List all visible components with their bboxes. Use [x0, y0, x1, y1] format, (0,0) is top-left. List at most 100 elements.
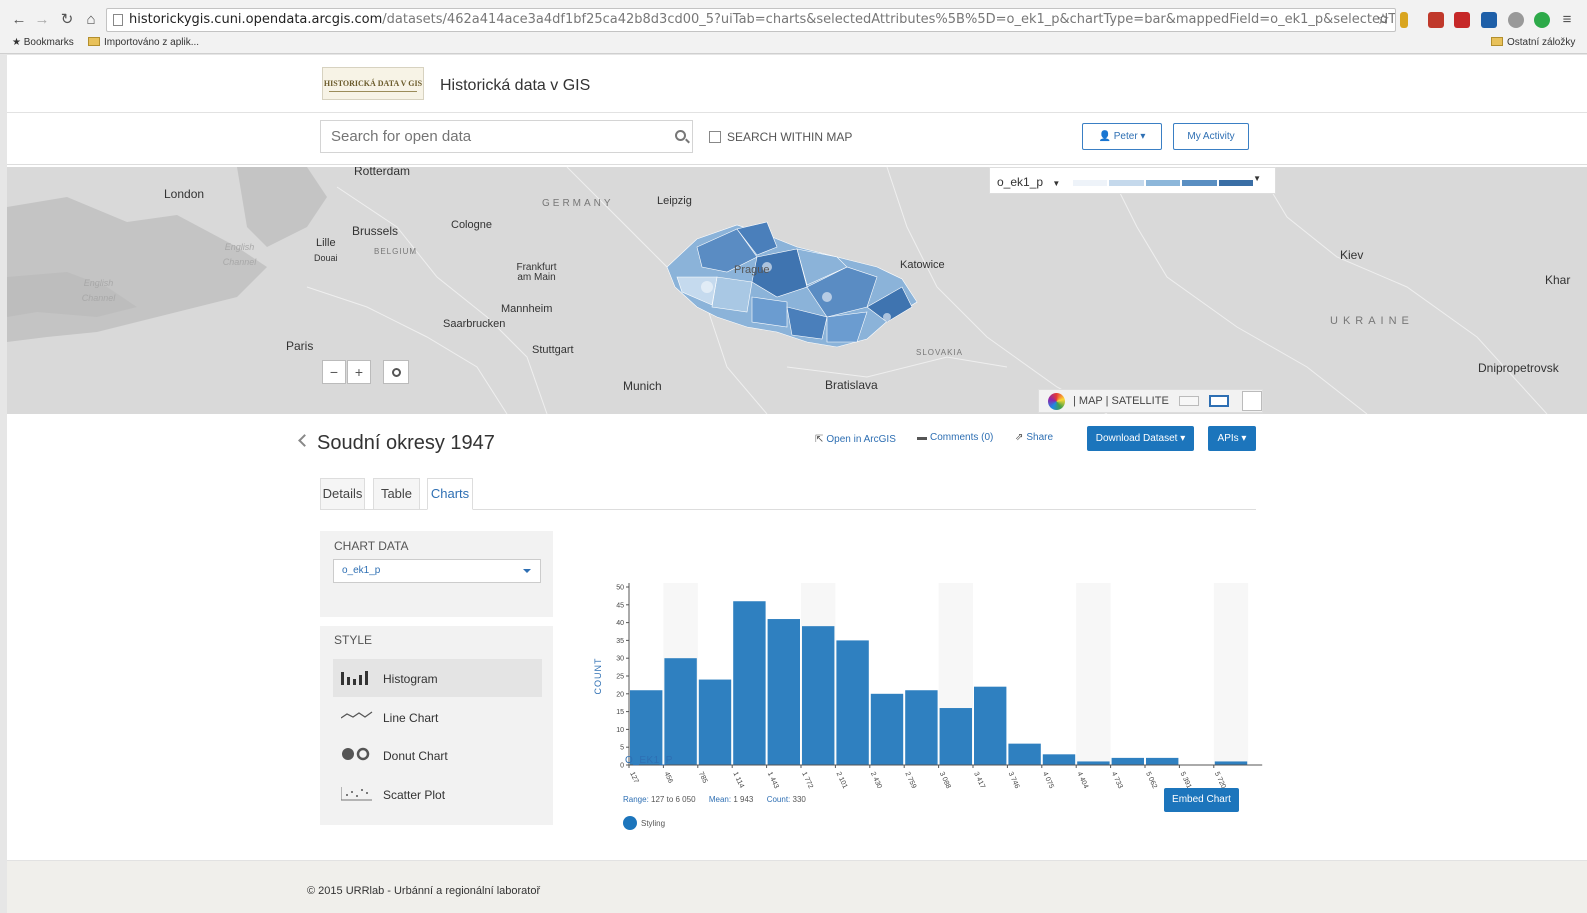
basemap-thumbnail-blank[interactable]	[1242, 391, 1262, 411]
tab-details[interactable]: Details	[320, 478, 365, 510]
color-wheel-icon[interactable]	[1048, 393, 1065, 410]
style-heading: STYLE	[334, 633, 373, 647]
checkbox-icon[interactable]	[709, 131, 721, 143]
site-header: HISTORICKÁ DATA V GIS Historická data v …	[7, 55, 1587, 113]
comments-link[interactable]: ▬ Comments (0)	[917, 432, 993, 443]
extension-red-icon[interactable]	[1428, 12, 1444, 28]
histogram-bar[interactable]	[698, 679, 732, 765]
bookmark-folder-other[interactable]: Ostatní záložky	[1491, 37, 1575, 48]
x-tick-label: 4 075	[1041, 771, 1055, 790]
histogram-bar[interactable]	[733, 601, 766, 765]
map-view[interactable]: Rotterdam London Leipzig Brussels Cologn…	[7, 167, 1587, 414]
chevron-down-icon[interactable]: ▼	[1052, 179, 1060, 188]
style-line-chart[interactable]: Line Chart	[333, 698, 542, 736]
tab-charts[interactable]: Charts	[427, 478, 473, 510]
histogram-bar[interactable]	[939, 708, 972, 765]
legend-swatch	[1073, 180, 1108, 186]
histogram-bar[interactable]	[630, 690, 663, 765]
extension-chart-icon[interactable]	[1481, 12, 1497, 28]
histogram-bar[interactable]	[664, 658, 697, 765]
zoom-out-button[interactable]: −	[322, 360, 346, 384]
url-bar[interactable]: historickygis.cuni.opendata.arcgis.com/d…	[106, 8, 1396, 32]
count-label: Count:	[766, 795, 791, 804]
chevron-down-icon[interactable]: ▼	[1253, 174, 1261, 183]
histogram-bar[interactable]	[1008, 743, 1041, 765]
style-scatter-plot[interactable]: Scatter Plot	[333, 775, 542, 813]
map-search-button[interactable]	[383, 360, 409, 384]
zoom-in-button[interactable]: +	[347, 360, 371, 384]
extension-pencil-icon[interactable]	[1400, 12, 1408, 28]
embed-chart-button[interactable]: Embed Chart	[1164, 788, 1239, 812]
site-title[interactable]: Historická data v GIS	[440, 77, 590, 95]
y-tick-label: 25	[616, 674, 624, 681]
x-tick-label: 1 772	[800, 771, 814, 790]
x-tick-label: 127	[628, 771, 639, 785]
histogram-bar[interactable]	[836, 640, 869, 765]
histogram-bar[interactable]	[1077, 761, 1110, 765]
y-tick-label: 30	[616, 656, 624, 663]
bookmarks-item[interactable]: ★ Bookmarks	[12, 37, 74, 48]
share-link[interactable]: ⇗ Share	[1015, 432, 1053, 443]
search-icon[interactable]	[675, 130, 686, 141]
x-tick-label: 3 746	[1007, 771, 1021, 790]
map-label-city: London	[164, 187, 205, 201]
x-tick-label: 2 430	[869, 771, 883, 790]
star-icon[interactable]: ☆	[1374, 10, 1392, 30]
histogram-bar[interactable]	[1146, 757, 1179, 765]
map-label-city: Katowice	[900, 259, 945, 271]
site-logo[interactable]: HISTORICKÁ DATA V GIS	[322, 67, 424, 100]
chart-style-panel: STYLE Histogram Line Chart Donut Chart S…	[320, 626, 553, 825]
histogram-bar[interactable]	[1111, 757, 1144, 765]
my-activity-button[interactable]: My Activity	[1173, 123, 1249, 150]
y-tick-label: 40	[616, 620, 624, 627]
open-in-arcgis-link[interactable]: ⇱ Open in ArcGIS	[815, 434, 896, 445]
basemap-thumbnail-light[interactable]	[1209, 395, 1229, 407]
apis-button[interactable]: APIs ▾	[1208, 426, 1256, 451]
basemap-switcher[interactable]: | MAP | SATELLITE	[1038, 389, 1263, 413]
x-tick-label: 2 759	[903, 771, 917, 790]
download-dataset-button[interactable]: Download Dataset ▾	[1087, 426, 1194, 451]
histogram-bar[interactable]	[870, 693, 904, 765]
search-input[interactable]	[320, 120, 693, 153]
dataset-tabs: Details Table Charts	[320, 478, 1256, 510]
extension-globe-icon[interactable]	[1508, 12, 1524, 28]
forward-icon[interactable]: →	[33, 10, 51, 30]
back-icon[interactable]: ←	[10, 10, 28, 30]
page-icon	[113, 14, 123, 26]
map-label-water: English Channel	[222, 242, 257, 267]
histogram-bar[interactable]	[1042, 754, 1076, 765]
search-within-map-checkbox[interactable]: SEARCH WITHIN MAP	[709, 130, 852, 144]
histogram-bar[interactable]	[802, 626, 835, 765]
map-label-city: Frankfurt am Main	[516, 262, 557, 283]
chart-field-select[interactable]: o_ek1_p	[333, 559, 541, 583]
line-chart-icon	[341, 711, 373, 719]
chevron-left-icon[interactable]	[298, 434, 311, 447]
reload-icon[interactable]: ↻	[58, 10, 76, 30]
chart-x-axis-title: O_EK1_P	[625, 755, 673, 766]
style-donut-chart[interactable]: Donut Chart	[333, 736, 542, 774]
styling-link[interactable]: Styling	[623, 816, 665, 830]
home-icon[interactable]: ⌂	[82, 10, 100, 30]
browser-toolbar: ← → ↻ ⌂ historickygis.cuni.opendata.arcg…	[0, 8, 1587, 32]
map-label-city: Kiev	[1340, 248, 1364, 262]
user-menu-button[interactable]: 👤 Peter ▾	[1082, 123, 1162, 150]
tab-table[interactable]: Table	[373, 478, 420, 510]
extension-pdf-icon[interactable]	[1454, 12, 1470, 28]
basemap-thumbnail-gray[interactable]	[1179, 396, 1199, 406]
web-page: HISTORICKÁ DATA V GIS Historická data v …	[7, 55, 1587, 913]
histogram-bar[interactable]	[1214, 761, 1248, 765]
menu-icon[interactable]: ≡	[1558, 10, 1576, 30]
bookmark-folder-imported[interactable]: Importováno z aplik...	[88, 37, 199, 48]
extension-green-icon[interactable]	[1534, 12, 1550, 28]
map-label-city: Khar	[1545, 273, 1571, 287]
histogram-bar[interactable]	[767, 619, 800, 765]
histogram-bar[interactable]	[905, 690, 938, 765]
legend-field-select[interactable]: o_ek1_p	[997, 175, 1043, 189]
x-tick-label: 2 101	[835, 771, 849, 790]
basemap-label[interactable]: | MAP | SATELLITE	[1073, 395, 1169, 407]
histogram-bar[interactable]	[974, 686, 1007, 765]
chart-stats: Range: 127 to 6 050 Mean: 1 943 Count: 3…	[623, 795, 806, 804]
style-histogram[interactable]: Histogram	[333, 659, 542, 697]
range-label: Range:	[623, 795, 649, 804]
map-legend[interactable]: o_ek1_p ▼ ▼	[989, 167, 1276, 194]
